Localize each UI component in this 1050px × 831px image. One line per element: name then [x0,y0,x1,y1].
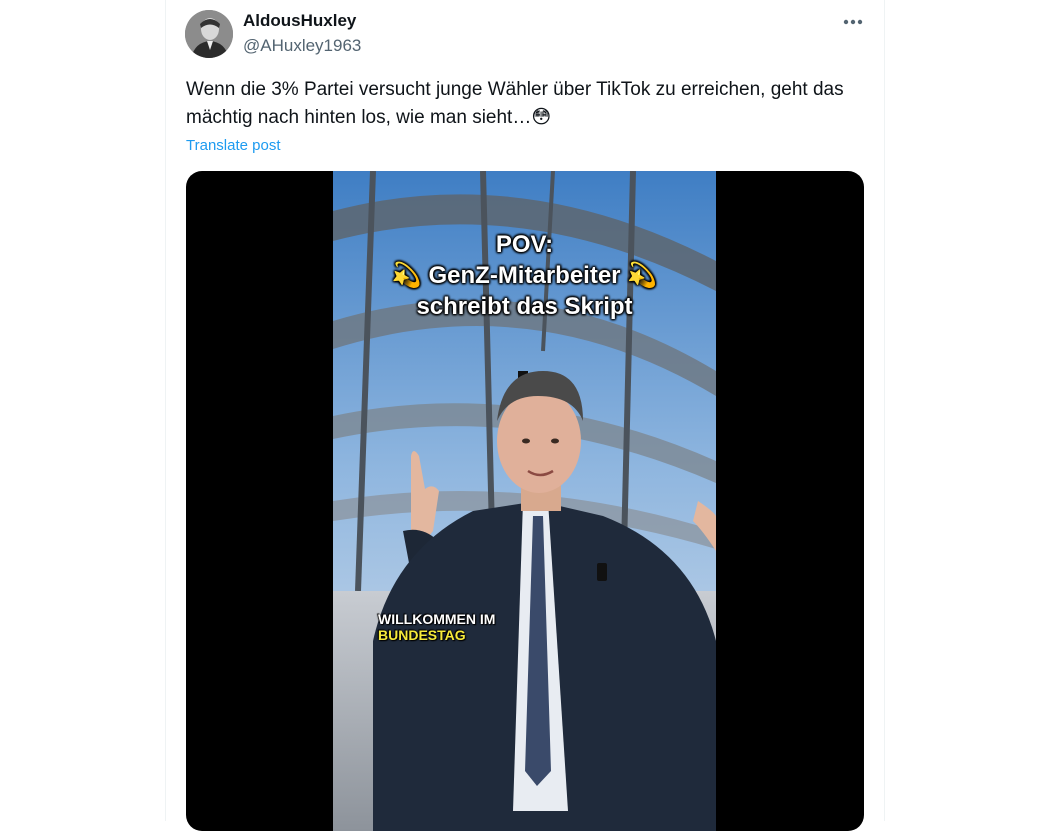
timeline-border-left [165,0,166,821]
welcome-line1: WILLKOMMEN IM [378,611,496,627]
welcome-line2: BUNDESTAG [378,627,466,643]
translate-post-link[interactable]: Translate post [186,137,281,154]
more-horizontal-icon [843,19,863,25]
welcome-overlay: WILLKOMMEN IM BUNDESTAG [378,611,495,643]
author-handle[interactable]: @AHuxley1963 [243,36,361,56]
caption-script: schreibt das Skript [416,293,633,320]
avatar-photo [185,10,233,58]
more-button[interactable] [838,8,868,36]
caption-genz: GenZ-Mitarbeiter [428,262,621,289]
author-name[interactable]: AldousHuxley [243,11,356,31]
caption-line-genz: 💫 GenZ-Mitarbeiter 💫 [333,260,716,291]
sparkle-emoji-right: 💫 [627,262,658,289]
timeline-border-right [884,0,885,821]
caption-pov: POV: [495,231,554,258]
sparkle-emoji-left: 💫 [391,262,422,289]
video-frame: POV: 💫 GenZ-Mitarbeiter 💫 schreibt das S… [333,171,716,831]
avatar[interactable] [185,10,233,58]
video-player[interactable]: POV: 💫 GenZ-Mitarbeiter 💫 schreibt das S… [186,171,864,831]
post-text: Wenn die 3% Partei versucht junge Wähler… [186,79,844,128]
